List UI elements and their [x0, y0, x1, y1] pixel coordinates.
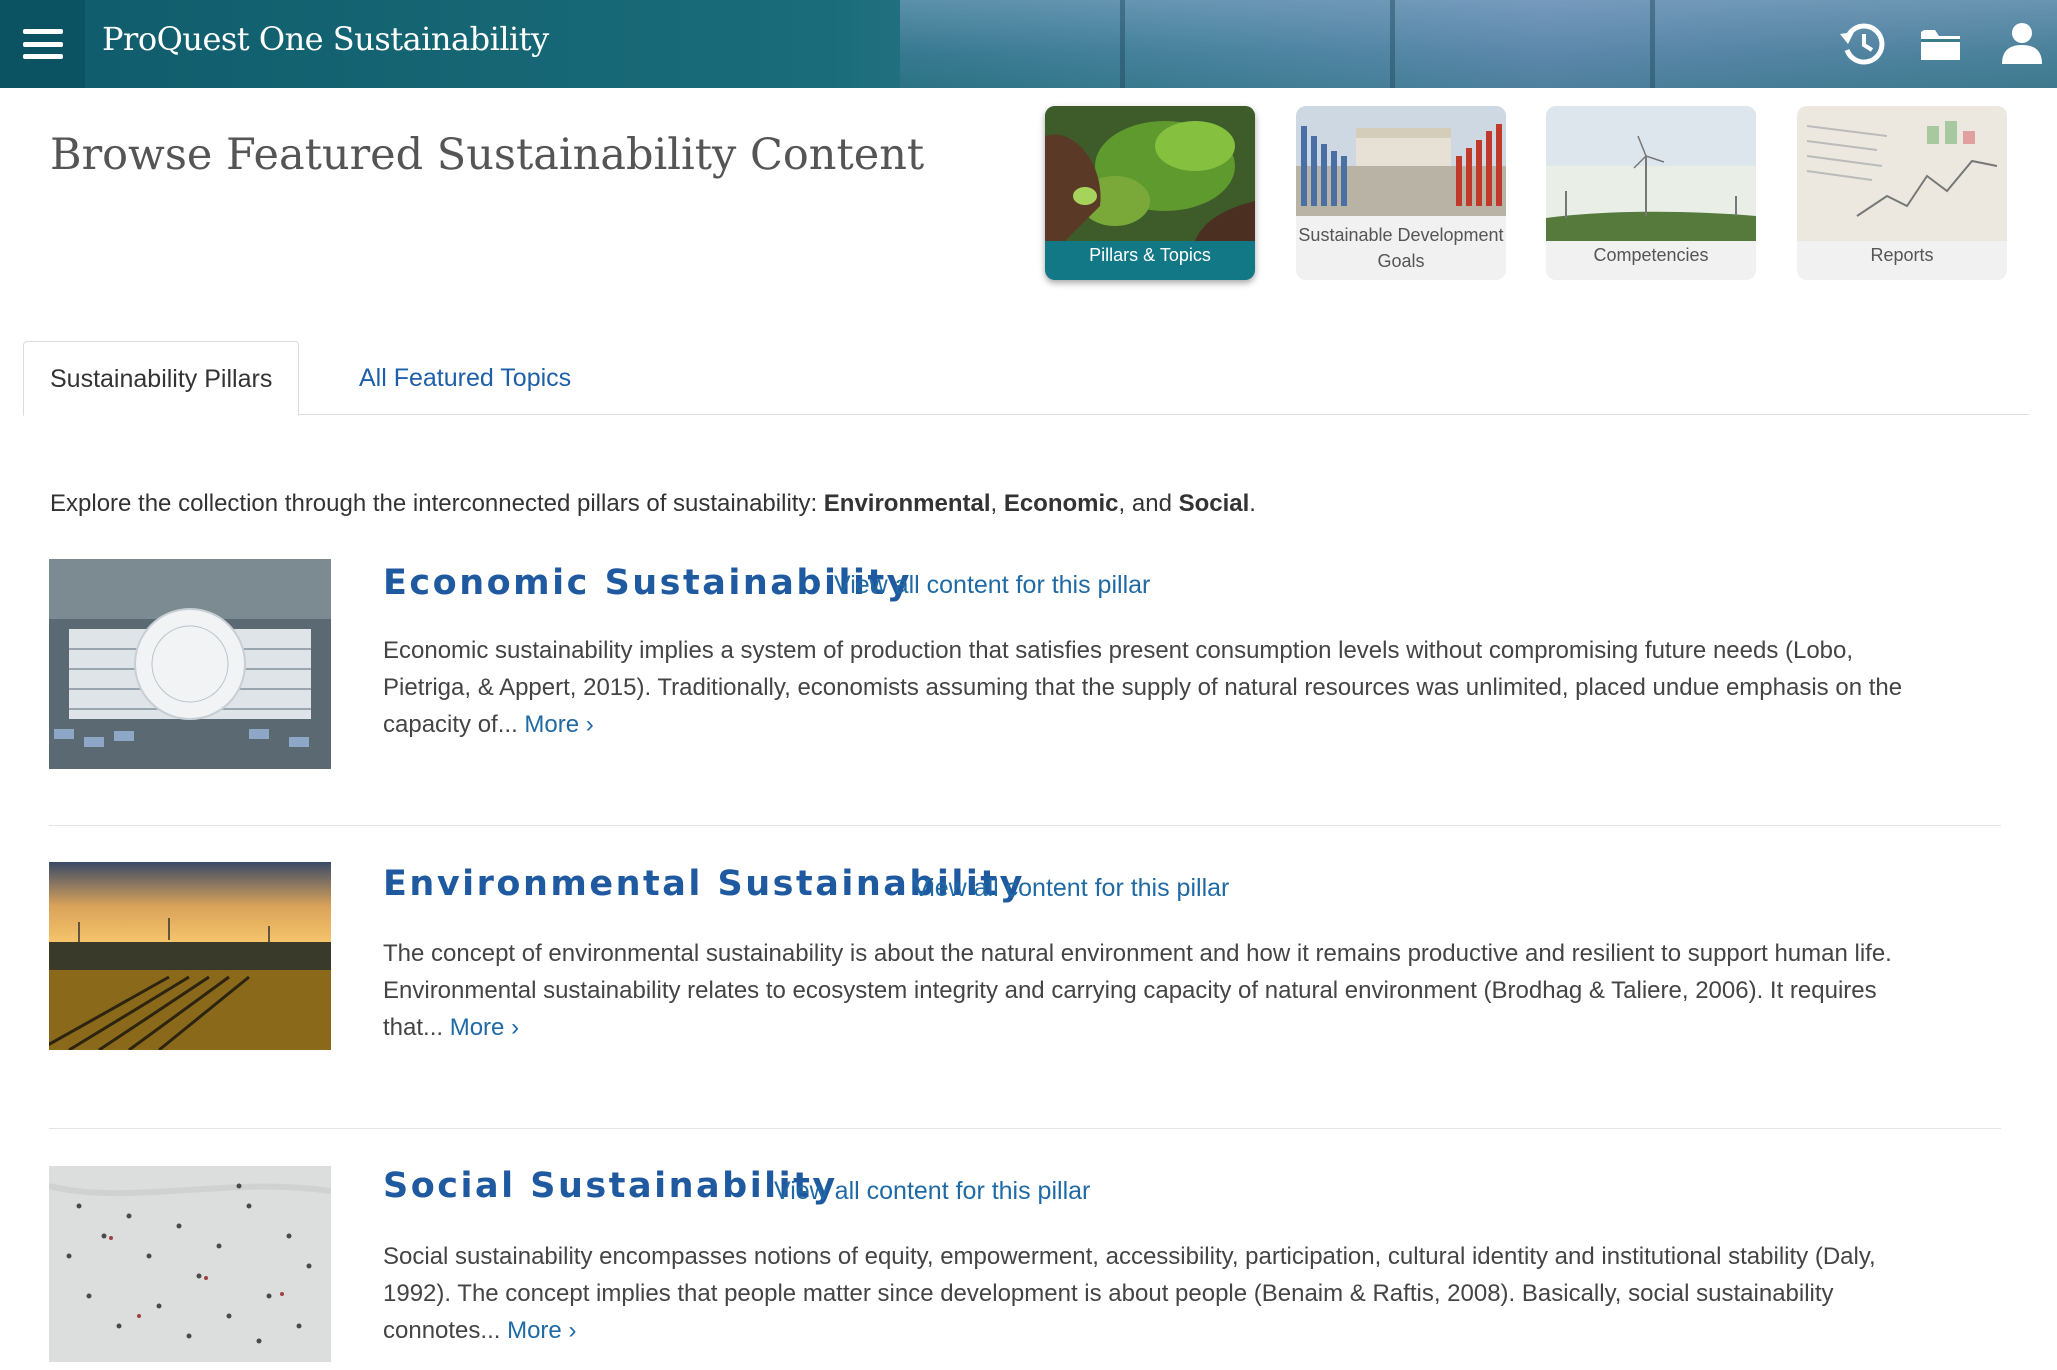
menu-icon: [22, 29, 63, 59]
view-all-content-link[interactable]: View all content for this pillar: [913, 874, 1229, 903]
folder-icon[interactable]: [1918, 20, 1966, 68]
intro-prefix: Explore the collection through the inter…: [50, 490, 824, 517]
category-card-competencies[interactable]: Competencies: [1546, 106, 1756, 280]
pillar-environmental: Environmental Sustainability View all co…: [49, 862, 1999, 1050]
category-card-sdg[interactable]: Sustainable Development Goals: [1296, 106, 1506, 280]
environmental-pillar-image[interactable]: [49, 862, 331, 1050]
category-label-line1: Sustainable Development: [1298, 225, 1504, 245]
intro-separator: , and: [1118, 490, 1179, 517]
intro-separator: ,: [990, 490, 1004, 517]
divider: [49, 825, 2001, 826]
tab-sustainability-pillars[interactable]: Sustainability Pillars: [23, 341, 300, 416]
header-decor: [1650, 0, 1655, 88]
intro-environmental: Environmental: [823, 490, 991, 517]
category-label: Reports: [1870, 245, 1934, 265]
description-text: The concept of environmental sustainabil…: [383, 940, 1892, 1041]
category-label: Pillars & Topics: [1089, 245, 1211, 265]
category-label-line2: Goals: [1377, 251, 1425, 271]
header-decor: [1120, 0, 1125, 88]
sdg-thumbnail: [1296, 106, 1506, 216]
pillars-topics-thumbnail: [1045, 106, 1255, 241]
more-link[interactable]: More ›: [450, 1014, 519, 1041]
app-title[interactable]: ProQuest One Sustainability: [102, 20, 549, 58]
view-all-content-link[interactable]: View all content for this pillar: [774, 1177, 1090, 1206]
intro-social: Social: [1178, 490, 1250, 517]
social-pillar-image[interactable]: [49, 1166, 331, 1362]
intro-text: Explore the collection through the inter…: [50, 490, 1256, 518]
more-link[interactable]: More ›: [524, 711, 593, 738]
header-decor: [1390, 0, 1395, 88]
description-text: Social sustainability encompasses notion…: [383, 1243, 1876, 1344]
pillar-social: Social Sustainability View all content f…: [49, 1166, 1999, 1362]
description-text: Economic sustainability implies a system…: [383, 637, 1903, 738]
more-link[interactable]: More ›: [507, 1317, 576, 1344]
intro-economic: Economic: [1003, 490, 1119, 517]
category-label: Competencies: [1593, 245, 1709, 265]
reports-thumbnail: [1797, 106, 2007, 241]
intro-suffix: .: [1249, 490, 1256, 517]
menu-button[interactable]: [0, 0, 85, 88]
pillar-economic: Economic Sustainability View all content…: [49, 559, 1999, 769]
view-all-content-link[interactable]: View all content for this pillar: [834, 571, 1150, 600]
user-icon[interactable]: [1998, 20, 2046, 68]
top-navigation-bar: ProQuest One Sustainability: [0, 0, 2057, 88]
page-title: Browse Featured Sustainability Content: [50, 130, 925, 180]
pillar-title[interactable]: Economic Sustainability: [383, 563, 912, 603]
history-icon[interactable]: [1838, 20, 1886, 68]
competencies-thumbnail: [1546, 106, 1756, 241]
tab-all-featured-topics[interactable]: All Featured Topics: [333, 341, 597, 416]
economic-pillar-image[interactable]: [49, 559, 331, 769]
divider: [49, 1128, 2001, 1129]
pillar-title[interactable]: Social Sustainability: [383, 1166, 838, 1206]
pillar-description: Economic sustainability implies a system…: [383, 632, 1913, 743]
pillar-description: The concept of environmental sustainabil…: [383, 935, 1913, 1046]
category-card-pillars-topics[interactable]: Pillars & Topics: [1045, 106, 1255, 280]
pillar-description: Social sustainability encompasses notion…: [383, 1238, 1913, 1349]
pillar-tabs: Sustainability Pillars All Featured Topi…: [23, 341, 2029, 416]
category-card-reports[interactable]: Reports: [1797, 106, 2007, 280]
